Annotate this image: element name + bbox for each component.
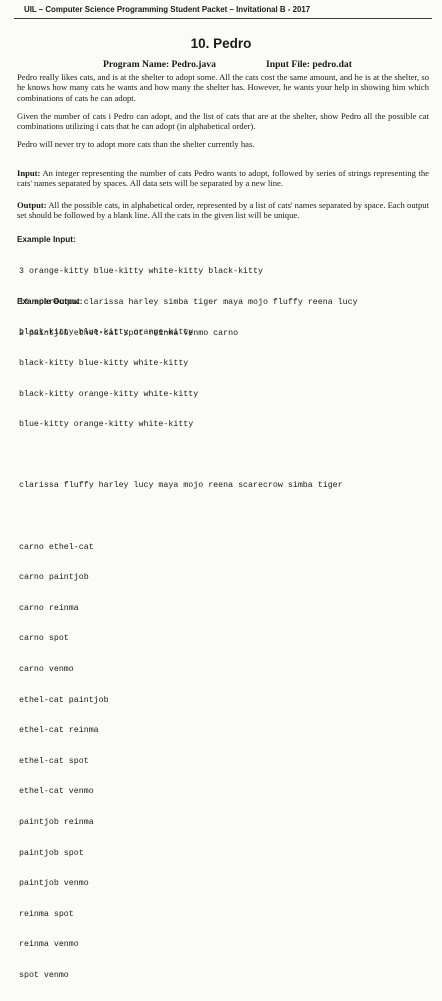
input-line: 3 orange-kitty blue-kitty white-kitty bl… (19, 267, 263, 277)
output-line: blue-kitty orange-kitty white-kitty (19, 420, 194, 430)
output-line: ethel-cat reinma (19, 726, 99, 736)
output-line: reinma venmo (19, 940, 79, 950)
problem-title: 10. Pedro (190, 36, 252, 51)
document-page: UIL – Computer Science Programming Stude… (0, 0, 442, 980)
output-line: paintjob spot (19, 848, 84, 858)
output-label: Output: (17, 200, 47, 210)
example-output-label: Example Output: (17, 297, 83, 306)
input-label: Input: (17, 168, 41, 178)
header-rule (14, 18, 432, 19)
input-paragraph: Input: An integer representing the numbe… (17, 168, 429, 189)
page-header: UIL – Computer Science Programming Stude… (24, 5, 311, 14)
output-line: ethel-cat paintjob (19, 695, 109, 705)
output-line: carno paintjob (19, 573, 89, 583)
output-line: spot venmo (19, 970, 69, 980)
input-description: An integer representing the number of ca… (17, 168, 429, 189)
program-name: Program Name: Pedro.java (103, 59, 216, 70)
output-line: carno venmo (19, 664, 74, 674)
example-output-block: black-kitty blue-kitty orange-kitty blac… (19, 308, 343, 1001)
output-line: paintjob reinma (19, 817, 94, 827)
limit-paragraph: Pedro will never try to adopt more cats … (17, 139, 255, 149)
example-input-label: Example Input: (17, 235, 76, 244)
given-paragraph: Given the number of cats i Pedro can ado… (17, 111, 429, 132)
output-line: carno ethel-cat (19, 542, 94, 552)
output-line: ethel-cat spot (19, 756, 89, 766)
output-line: carno spot (19, 634, 69, 644)
output-line: clarissa fluffy harley lucy maya mojo re… (19, 481, 343, 491)
output-line: ethel-cat venmo (19, 787, 94, 797)
output-line: black-kitty orange-kitty white-kitty (19, 389, 199, 399)
output-paragraph: Output: All the possible cats, in alphab… (17, 200, 429, 221)
output-line: paintjob venmo (19, 879, 89, 889)
input-file: Input File: pedro.dat (266, 59, 352, 70)
output-line: carno reinma (19, 603, 79, 613)
output-line: black-kitty blue-kitty orange-kitty (19, 328, 194, 338)
output-description: All the possible cats, in alphabetical o… (17, 200, 429, 221)
output-line: reinma spot (19, 909, 74, 919)
intro-paragraph: Pedro really likes cats, and is at the s… (17, 72, 429, 103)
output-line: black-kitty blue-kitty white-kitty (19, 359, 189, 368)
